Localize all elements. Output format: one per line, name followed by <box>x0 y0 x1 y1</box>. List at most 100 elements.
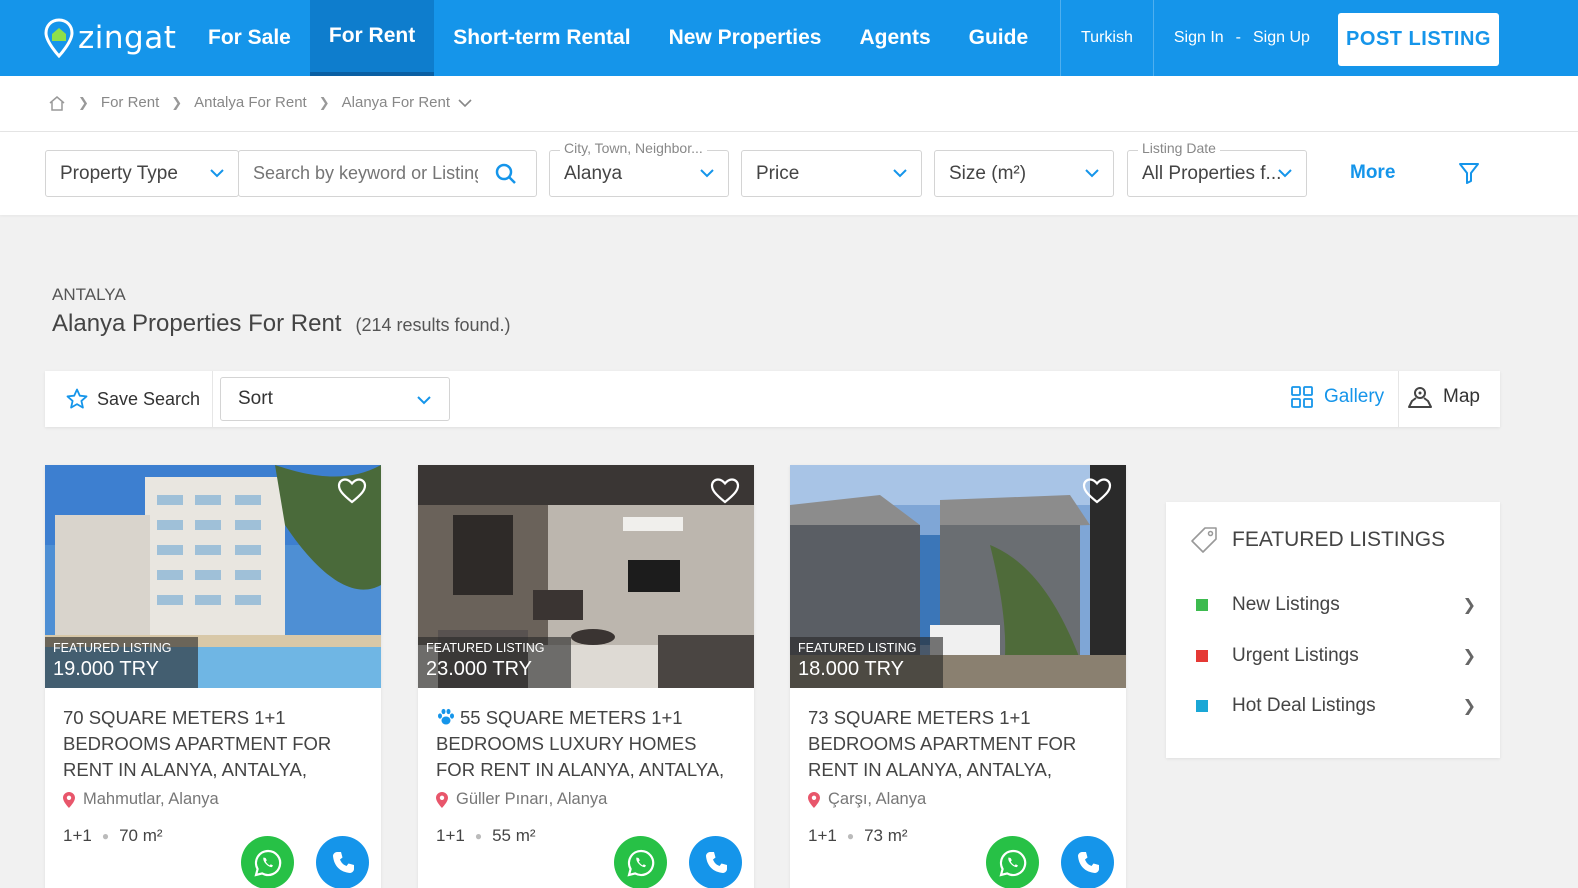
featured-badge: FEATURED LISTING <box>798 641 917 655</box>
filter-bar: Property Type City, Town, Neighbor... Al… <box>0 132 1578 215</box>
nav-new-properties[interactable]: New Properties <box>650 0 841 76</box>
featured-item-label: New Listings <box>1232 594 1340 615</box>
listing-title[interactable]: 55 SQUARE METERS 1+1 BEDROOMS LUXURY HOM… <box>436 705 736 783</box>
listing-title[interactable]: 73 SQUARE METERS 1+1 BEDROOMS APARTMENT … <box>808 705 1108 783</box>
nav-for-sale[interactable]: For Sale <box>189 0 310 76</box>
heart-icon[interactable] <box>337 477 367 505</box>
area-size: 73 m² <box>864 826 908 845</box>
tag-icon <box>1191 527 1217 553</box>
listing-date-select[interactable]: Listing Date All Properties f... <box>1127 140 1307 197</box>
green-square-icon <box>1196 599 1208 611</box>
breadcrumb-antalya-for-rent[interactable]: Antalya For Rent <box>194 94 307 111</box>
save-search-label: Save Search <box>97 388 201 409</box>
red-square-icon <box>1196 650 1208 662</box>
listing-location: Çarşı, Alanya <box>808 790 926 809</box>
separator-dot: ● <box>474 829 483 843</box>
area-size: 55 m² <box>492 826 536 845</box>
search-icon[interactable] <box>494 162 518 186</box>
chevron-down-icon[interactable] <box>458 98 472 108</box>
more-filters-link[interactable]: More <box>1350 162 1395 184</box>
save-search-button[interactable]: Save Search <box>65 387 200 411</box>
chevron-down-icon <box>417 396 431 405</box>
chevron-right-icon: ❯ <box>78 94 89 110</box>
featured-item-new-listings[interactable]: New Listings ❯ <box>1196 594 1476 616</box>
room-count: 1+1 <box>436 826 465 845</box>
results-count: (214 results found.) <box>355 315 511 335</box>
listing-card[interactable]: FEATURED LISTING 18.000 TRY 73 SQUARE ME… <box>790 465 1126 888</box>
listing-card[interactable]: FEATURED LISTING 19.000 TRY 70 SQUARE ME… <box>45 465 381 888</box>
location-text: Mahmutlar, Alanya <box>83 790 219 808</box>
gallery-view-button[interactable]: Gallery <box>1290 385 1384 409</box>
region-label: ANTALYA <box>52 285 126 304</box>
nav-guide[interactable]: Guide <box>950 0 1048 76</box>
listing-photo[interactable]: FEATURED LISTING 19.000 TRY <box>45 465 381 688</box>
results-toolbar: Save Search Sort Gallery Map <box>45 371 1500 427</box>
heart-icon[interactable] <box>1082 477 1112 505</box>
featured-item-hot-deal-listings[interactable]: Hot Deal Listings ❯ <box>1196 695 1476 717</box>
logo-text: zingat <box>78 20 177 56</box>
language-link[interactable]: Turkish <box>1061 29 1153 47</box>
property-type-select[interactable]: Property Type <box>45 150 239 197</box>
search-input[interactable] <box>253 163 478 184</box>
listing-title-text: 55 SQUARE METERS 1+1 BEDROOMS LUXURY HOM… <box>436 707 725 780</box>
listing-card[interactable]: FEATURED LISTING 23.000 TRY 55 SQUARE ME… <box>418 465 754 888</box>
listing-specs: 1+1 ● 55 m² <box>436 826 536 846</box>
listing-specs: 1+1 ● 73 m² <box>808 826 908 846</box>
heart-icon[interactable] <box>710 477 740 505</box>
whatsapp-button[interactable] <box>986 836 1039 888</box>
location-text: Çarşı, Alanya <box>828 790 927 808</box>
keyword-search-box <box>238 150 537 197</box>
account-links: Turkish Sign In - Sign Up <box>1060 0 1330 76</box>
dash-separator: - <box>1235 29 1241 46</box>
listing-photo[interactable]: FEATURED LISTING 18.000 TRY <box>790 465 1126 688</box>
nav-short-term-rental[interactable]: Short-term Rental <box>434 0 649 76</box>
map-view-button[interactable]: Map <box>1407 385 1480 409</box>
nav-agents[interactable]: Agents <box>840 0 949 76</box>
listing-title[interactable]: 70 SQUARE METERS 1+1 BEDROOMS APARTMENT … <box>63 705 363 783</box>
breadcrumb-for-rent[interactable]: For Rent <box>101 94 159 111</box>
post-listing-button[interactable]: POST LISTING <box>1338 13 1499 66</box>
grid-icon <box>1291 386 1313 408</box>
featured-badge: FEATURED LISTING <box>426 641 545 655</box>
chevron-right-icon: ❯ <box>318 94 330 110</box>
zingat-logo[interactable]: zingat <box>44 17 176 59</box>
location-pin-icon <box>808 791 820 808</box>
chevron-down-icon <box>210 169 224 178</box>
listing-specs: 1+1 ● 70 m² <box>63 826 163 846</box>
phone-icon <box>1077 851 1099 873</box>
sign-up-link[interactable]: Sign Up <box>1243 29 1330 47</box>
main-nav: For Sale For Rent Short-term Rental New … <box>189 0 1047 76</box>
phone-icon <box>705 851 727 873</box>
featured-badge: FEATURED LISTING <box>53 641 172 655</box>
listing-photo[interactable]: FEATURED LISTING 23.000 TRY <box>418 465 754 688</box>
sign-in-link[interactable]: Sign In <box>1154 29 1234 47</box>
star-icon <box>66 388 88 409</box>
call-button[interactable] <box>316 836 369 888</box>
location-select[interactable]: City, Town, Neighbor... Alanya <box>549 140 729 197</box>
breadcrumb-alanya-for-rent[interactable]: Alanya For Rent <box>342 94 450 111</box>
breadcrumb-bar: ❯ For Rent ❯ Antalya For Rent ❯ Alanya F… <box>0 76 1578 132</box>
chevron-right-icon: ❯ <box>1462 648 1476 665</box>
featured-item-label: Hot Deal Listings <box>1232 695 1376 716</box>
listing-price: 19.000 TRY <box>53 658 160 680</box>
whatsapp-button[interactable] <box>614 836 667 888</box>
home-icon[interactable] <box>48 95 66 111</box>
featured-item-urgent-listings[interactable]: Urgent Listings ❯ <box>1196 645 1476 667</box>
whatsapp-button[interactable] <box>241 836 294 888</box>
nav-for-rent[interactable]: For Rent <box>309 0 435 76</box>
price-select[interactable]: Price <box>741 150 922 197</box>
page-title: Alanya Properties For Rent <box>52 310 342 337</box>
breadcrumb: ❯ For Rent ❯ Antalya For Rent ❯ Alanya F… <box>48 94 472 111</box>
size-select[interactable]: Size (m²) <box>934 150 1114 197</box>
room-count: 1+1 <box>808 826 837 845</box>
filter-funnel-icon[interactable] <box>1458 161 1480 185</box>
sort-label: Sort <box>238 388 273 409</box>
featured-listings-panel: FEATURED LISTINGS New Listings ❯ Urgent … <box>1166 502 1500 758</box>
featured-item-label: Urgent Listings <box>1232 645 1359 666</box>
call-button[interactable] <box>1061 836 1114 888</box>
sort-select[interactable]: Sort <box>220 377 450 421</box>
location-value: Alanya <box>564 162 623 184</box>
separator-dot: ● <box>101 829 110 843</box>
call-button[interactable] <box>689 836 742 888</box>
whatsapp-icon <box>998 849 1026 877</box>
